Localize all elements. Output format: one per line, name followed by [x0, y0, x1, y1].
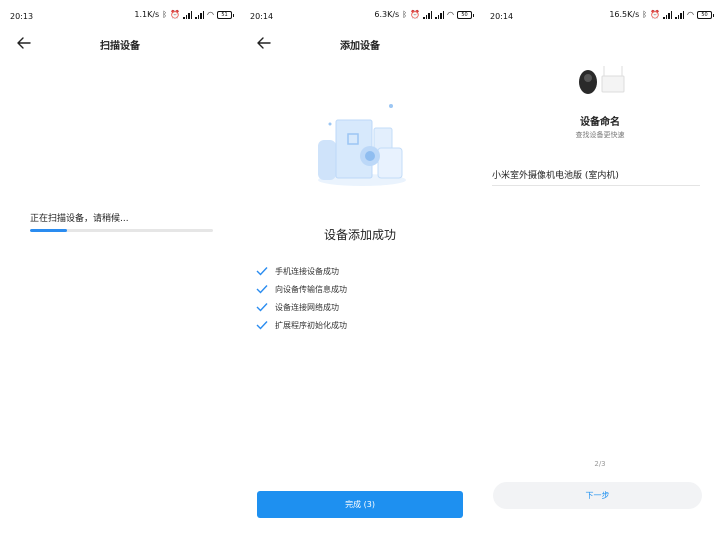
success-checklist: 手机连接设备成功 向设备传输信息成功 设备连接网络成功 扩展程序初始化成功 [256, 262, 347, 334]
next-step-button[interactable]: 下一步 [493, 482, 702, 509]
signal-icon [663, 11, 673, 19]
list-item: 扩展程序初始化成功 [256, 316, 347, 334]
list-item: 设备连接网络成功 [256, 298, 347, 316]
done-button[interactable]: 完成 (3) [257, 491, 463, 518]
check-item-label: 向设备传输信息成功 [275, 284, 347, 294]
check-item-label: 扩展程序初始化成功 [275, 320, 347, 330]
battery-icon: 51 [217, 11, 234, 19]
nav-bar: 添加设备 [240, 30, 480, 56]
status-bar: 20:13 1.1K/s ᛒ ⏰ ◠ 51 [0, 0, 240, 30]
alarm-icon: ⏰ [650, 10, 661, 19]
wifi-icon: ◠ [447, 10, 454, 19]
signal-icon [195, 11, 205, 19]
battery-icon: 50 [697, 11, 714, 19]
checkmark-icon [256, 321, 268, 330]
status-time: 20:14 [490, 12, 514, 21]
check-item-label: 设备连接网络成功 [275, 302, 339, 312]
signal-icon [675, 11, 685, 19]
network-speed: 16.5K/s [609, 10, 640, 19]
signal-icon [435, 11, 445, 19]
scan-progress-bar [30, 229, 213, 232]
signal-icon [183, 11, 193, 19]
status-bar: 20:14 16.5K/s ᛒ ⏰ ◠ 50 [480, 0, 720, 30]
naming-subtitle: 查找设备更快速 [575, 131, 625, 139]
page-title: 添加设备 [340, 41, 380, 52]
devices-illustration [318, 104, 406, 186]
scan-progress-fill [30, 229, 67, 232]
naming-title: 设备命名 [580, 117, 620, 128]
alarm-icon: ⏰ [410, 10, 421, 19]
network-speed: 6.3K/s [374, 10, 400, 19]
scan-screen: 20:13 1.1K/s ᛒ ⏰ ◠ 51 扫描设备 正在扫描设备，请稍候... [0, 0, 240, 540]
alarm-icon: ⏰ [170, 10, 181, 19]
add-success-screen: 20:14 6.3K/s ᛒ ⏰ ◠ 50 添加设备 设备添加成功 手机连接设备… [240, 0, 480, 540]
success-title: 设备添加成功 [323, 228, 396, 242]
checkmark-icon [256, 303, 268, 312]
network-speed: 1.1K/s [134, 10, 160, 19]
bluetooth-icon: ᛒ [162, 10, 168, 19]
bluetooth-icon: ᛒ [642, 10, 648, 19]
battery-icon: 50 [457, 11, 474, 19]
signal-icon [423, 11, 433, 19]
checkmark-icon [256, 285, 268, 294]
device-name-input[interactable] [492, 164, 700, 186]
scan-status-text: 正在扫描设备，请稍候... [30, 214, 129, 224]
status-time: 20:14 [250, 12, 274, 21]
device-naming-screen: 20:14 16.5K/s ᛒ ⏰ ◠ 50 设备命名 查找设备更快速 2/3 … [480, 0, 720, 540]
nav-bar: 扫描设备 [0, 30, 240, 56]
list-item: 向设备传输信息成功 [256, 280, 347, 298]
bluetooth-icon: ᛒ [402, 10, 408, 19]
check-item-label: 手机连接设备成功 [275, 266, 339, 276]
wifi-icon: ◠ [207, 10, 214, 19]
list-item: 手机连接设备成功 [256, 262, 347, 280]
checkmark-icon [256, 267, 268, 276]
page-title: 扫描设备 [100, 41, 140, 52]
wifi-icon: ◠ [687, 10, 694, 19]
status-time: 20:13 [10, 12, 34, 21]
camera-device-icon [579, 66, 625, 94]
status-bar: 20:14 6.3K/s ᛒ ⏰ ◠ 50 [240, 0, 480, 30]
page-indicator: 2/3 [594, 460, 606, 468]
